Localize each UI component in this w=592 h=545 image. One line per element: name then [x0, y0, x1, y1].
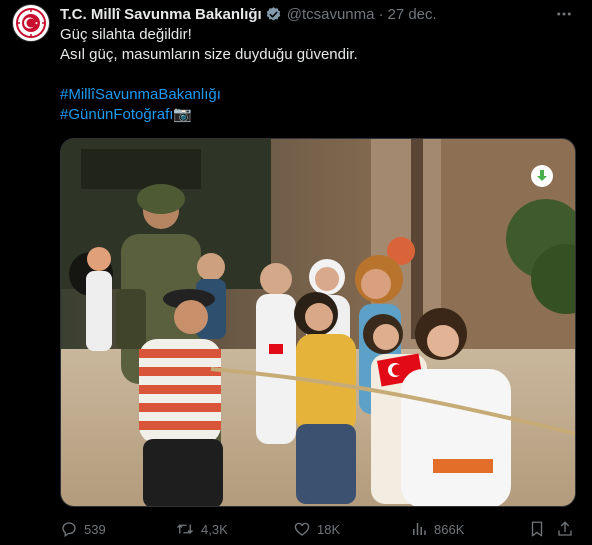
views-button[interactable]: 866K [410, 516, 464, 542]
tweet-photo[interactable] [60, 138, 576, 507]
tweet-text: Güç silahta değildir! Asıl güç, masumlar… [60, 25, 358, 125]
tweet-header: T.C. Millî Savunma Bakanlığı @tcsavunma … [60, 4, 437, 24]
ministry-emblem-icon [15, 7, 47, 39]
tweet-actions: 539 4,3K 18K 866K [60, 516, 576, 542]
tweet-text-line: Güç silahta değildir! [60, 26, 192, 43]
reply-count: 539 [84, 521, 106, 537]
separator-dot: · [378, 5, 384, 23]
avatar[interactable] [12, 4, 50, 42]
share-button[interactable] [556, 516, 580, 542]
like-count: 18K [317, 521, 341, 537]
tweet[interactable]: T.C. Millî Savunma Bakanlığı @tcsavunma … [0, 0, 592, 545]
reply-button[interactable]: 539 [60, 516, 106, 542]
tweet-text-line: Asıl güç, masumların size duyduğu güvend… [60, 46, 358, 63]
hashtag-link[interactable]: #MillîSavunmaBakanlığı [60, 85, 358, 105]
bookmark-icon [531, 521, 543, 537]
repost-count: 4,3K [201, 521, 228, 537]
like-button[interactable]: 18K [293, 516, 340, 542]
repost-icon [177, 524, 193, 534]
author-handle[interactable]: @tcsavunma [287, 6, 375, 23]
share-icon [558, 521, 572, 536]
reply-icon [62, 522, 76, 538]
views-count: 866K [434, 521, 465, 537]
tweet-timestamp[interactable]: 27 dec. [387, 6, 436, 23]
bookmark-button[interactable] [528, 516, 552, 542]
verified-badge-icon[interactable] [265, 6, 282, 23]
photo-children-tug-of-war [61, 139, 575, 506]
repost-button[interactable]: 4,3K [175, 516, 228, 542]
heart-icon [294, 522, 310, 536]
author-display-name[interactable]: T.C. Millî Savunma Bakanlığı [60, 6, 262, 23]
hashtag-link[interactable]: #GününFotoğrafı📷 [60, 105, 358, 125]
download-arrow-icon[interactable] [531, 165, 553, 187]
views-chart-icon [413, 523, 426, 535]
more-options-icon[interactable] [552, 4, 576, 24]
